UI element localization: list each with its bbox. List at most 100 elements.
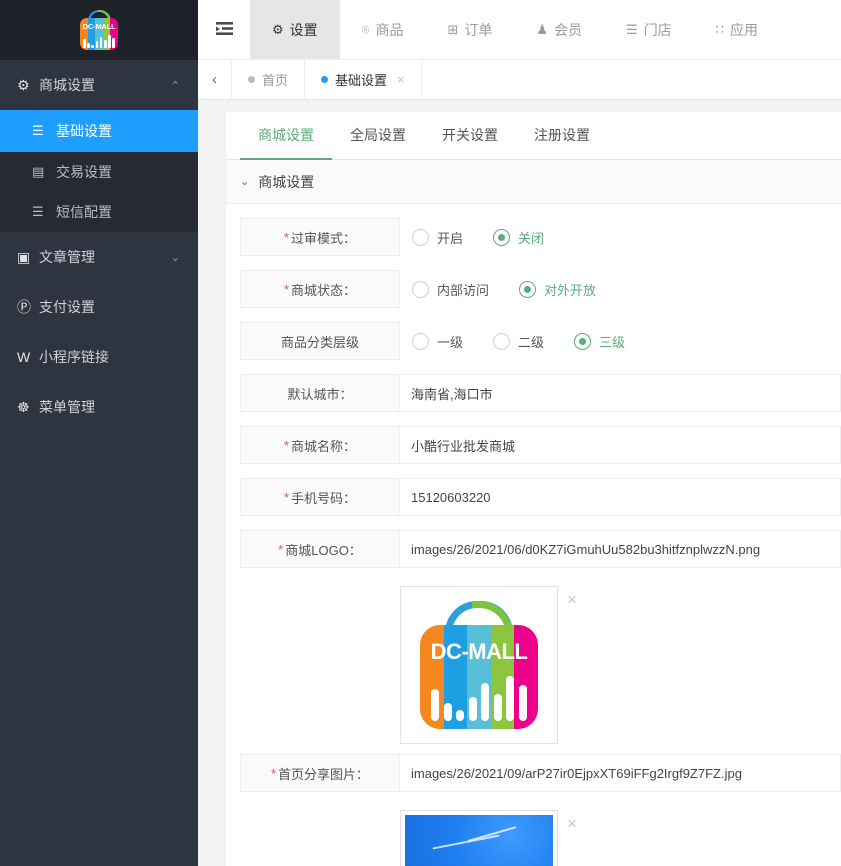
section-title: 商城设置 (258, 173, 315, 190)
tab-global-settings[interactable]: 全局设置 (332, 112, 424, 160)
sidebar-submenu: ☰ 基础设置 ▤ 交易设置 ☰ 短信配置 (0, 110, 198, 232)
section-header-shop-settings[interactable]: ⌄ 商城设置 (226, 160, 841, 204)
form-row-shop-name: * 商城名称： 小酷行业批发商城 (240, 426, 841, 464)
radio-option[interactable]: 一级 (412, 332, 463, 351)
form-row-audit-mode: * 过审模式： 开启 关闭 (240, 218, 841, 256)
gear-icon: ⚙ (272, 22, 284, 37)
nav-item-settings[interactable]: ⚙ 设置 (250, 0, 340, 59)
tab-switch-settings[interactable]: 开关设置 (424, 112, 516, 160)
sidebar-item-label: 支付设置 (39, 299, 95, 315)
field-label-text: 商城LOGO： (285, 542, 362, 558)
nav-item-members[interactable]: ♟ 会员 (514, 0, 604, 59)
tab-scroll-left-button[interactable]: ‹ (198, 60, 232, 99)
radio-option[interactable]: 开启 (412, 228, 463, 247)
field-label: * 商城名称： (240, 426, 400, 464)
user-icon: ♟ (536, 22, 549, 37)
sidebar-item-trade-settings[interactable]: ▤ 交易设置 (0, 152, 198, 192)
shop-name-input[interactable]: 小酷行业批发商城 (400, 426, 841, 464)
card-tab-label: 开关设置 (442, 127, 498, 143)
tab-dot-icon (248, 76, 255, 83)
logo-bar (443, 703, 452, 721)
indent-list-icon (215, 22, 233, 35)
required-marker: * (283, 437, 290, 453)
logo-bar (108, 35, 111, 48)
radio-option[interactable]: 二级 (493, 332, 544, 351)
sidebar-item-payment-settings[interactable]: Ⓟ 支付设置 (0, 282, 198, 332)
decor-streak (467, 825, 517, 842)
radio-button-icon (519, 280, 537, 298)
share-image-preview-row: × (240, 806, 841, 866)
logo-bar (91, 44, 94, 48)
main-area: ⚙ 设置 ⌾ 商品 ⊞ 订单 ♟ 会员 ☰ 门店 ∷ 应用 ‹ 首页 基础设置 … (198, 0, 841, 866)
required-marker: * (283, 229, 290, 245)
sidebar-collapse-button[interactable] (198, 0, 250, 59)
nav-item-label: 门店 (643, 21, 672, 38)
tab-register-settings[interactable]: 注册设置 (516, 112, 608, 160)
required-marker: * (278, 541, 284, 557)
radio-option[interactable]: 内部访问 (412, 280, 489, 299)
remove-image-icon[interactable]: × (567, 814, 577, 834)
tab-dot-icon (321, 76, 329, 83)
field-label-text: 过审模式： (291, 230, 357, 246)
phone-input[interactable]: 15120603220 (400, 478, 841, 516)
chevron-down-icon: ⌄ (170, 251, 180, 264)
radio-option-selected[interactable]: 三级 (574, 332, 625, 351)
sidebar-item-label: 交易设置 (56, 164, 112, 180)
settings-card: 商城设置 全局设置 开关设置 注册设置 ⌄ 商城设置 * 过审模式： 开启 关闭… (226, 112, 841, 866)
nav-item-products[interactable]: ⌾ 商品 (340, 0, 426, 59)
form-row-default-city: 默认城市： 海南省,海口市 (240, 374, 841, 412)
field-label: * 商城LOGO： (240, 530, 400, 568)
sidebar-item-basic-settings[interactable]: ☰ 基础设置 (0, 110, 198, 152)
radio-button-icon (493, 332, 511, 350)
field-label: * 过审模式： (240, 218, 400, 256)
logo-bar (481, 682, 490, 721)
tab-shop-settings[interactable]: 商城设置 (240, 112, 332, 160)
sidebar-item-sms-config[interactable]: ☰ 短信配置 (0, 192, 198, 232)
radio-label: 三级 (599, 334, 626, 350)
sidebar-logo[interactable]: DC-MALL (0, 0, 198, 60)
sidebar-item-label: 短信配置 (56, 204, 112, 220)
share-image-input[interactable]: images/26/2021/09/arP27ir0EjpxXT69iFFg2I… (400, 754, 841, 792)
sidebar-item-miniprogram-link[interactable]: W 小程序链接 (0, 332, 198, 382)
decor-streak (432, 834, 500, 850)
logo-bar (468, 697, 477, 721)
radio-button-icon (574, 332, 592, 350)
logo-bar (456, 709, 465, 721)
field-label: 默认城市： (240, 374, 400, 412)
tab-home[interactable]: 首页 (232, 60, 306, 99)
dc-mall-logo-icon: DC-MALL (416, 601, 542, 729)
card-tab-label: 商城设置 (258, 127, 314, 143)
radio-label: 内部访问 (437, 282, 490, 298)
nav-item-stores[interactable]: ☰ 门店 (604, 0, 694, 59)
sidebar-item-menu-management[interactable]: ☸ 菜单管理 (0, 382, 198, 432)
bag-icon: ⌾ (361, 22, 370, 37)
nav-item-orders[interactable]: ⊞ 订单 (425, 0, 514, 59)
sidebar-item-label: 小程序链接 (39, 349, 109, 365)
shop-logo-thumbnail[interactable]: DC-MALL (400, 586, 558, 744)
logo-bars (83, 33, 115, 48)
nav-item-apps[interactable]: ∷ 应用 (694, 0, 780, 59)
share-image-thumbnail[interactable] (400, 810, 558, 866)
logo-bar (431, 688, 439, 721)
close-icon[interactable]: × (397, 72, 405, 87)
app-root: DC-MALL ⚙ 商城设置 ⌃ ☰ 基础设置 ▤ 交易设置 ☰ 短信配置 ▣ … (0, 0, 841, 866)
sidebar-group-label: 商城设置 (39, 77, 95, 93)
radio-option-selected[interactable]: 关闭 (493, 228, 544, 247)
field-label-text: 商城状态： (291, 282, 357, 298)
page-body: 商城设置 全局设置 开关设置 注册设置 ⌄ 商城设置 * 过审模式： 开启 关闭… (198, 100, 841, 866)
field-label-text: 首页分享图片： (278, 766, 370, 782)
shop-logo-input[interactable]: images/26/2021/06/d0KZ7iGmuhUu582bu3hitf… (400, 530, 841, 568)
tab-bar: ‹ 首页 基础设置 × (198, 60, 841, 100)
sidebar-item-article-management[interactable]: ▣ 文章管理 ⌄ (0, 232, 198, 282)
sidebar-group-shop-settings[interactable]: ⚙ 商城设置 ⌃ (0, 60, 198, 110)
form-row-shop-logo: * 商城LOGO： images/26/2021/06/d0KZ7iGmuhUu… (240, 530, 841, 568)
radio-group-audit-mode: 开启 关闭 (400, 218, 841, 256)
radio-option-selected[interactable]: 对外开放 (519, 280, 596, 299)
remove-image-icon[interactable]: × (567, 590, 577, 610)
field-label-text: 商城名称： (291, 438, 357, 454)
share-image-preview (405, 815, 553, 866)
radio-group-shop-status: 内部访问 对外开放 (400, 270, 841, 308)
radio-label: 开启 (437, 230, 464, 246)
tab-basic-settings[interactable]: 基础设置 × (305, 60, 422, 99)
default-city-input[interactable]: 海南省,海口市 (400, 374, 841, 412)
